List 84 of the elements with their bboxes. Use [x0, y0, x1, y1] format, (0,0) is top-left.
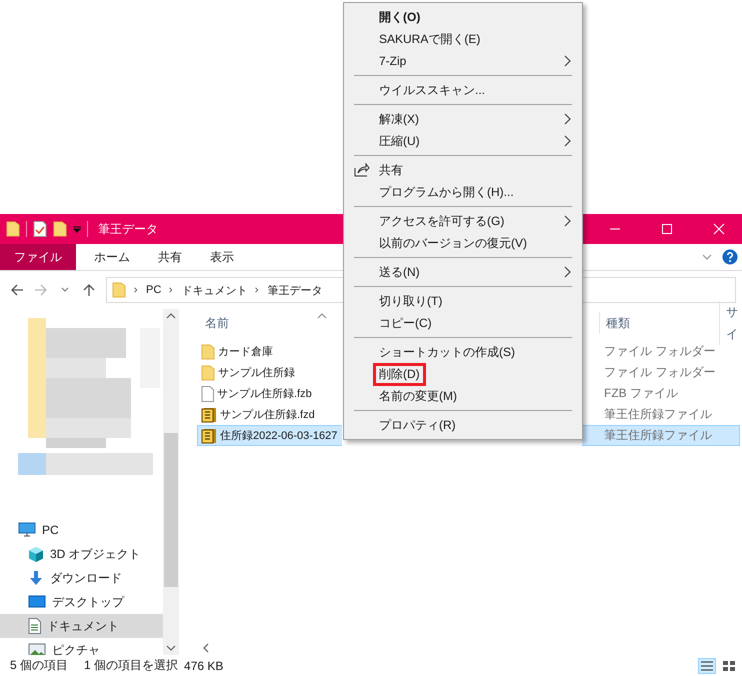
ribbon-tab[interactable]: 共有: [144, 244, 196, 270]
menu-item[interactable]: ショートカットの作成(S): [344, 341, 582, 363]
menu-item[interactable]: 7-Zip: [344, 50, 582, 72]
name-cell[interactable]: サンプル住所録.fzb: [197, 383, 342, 404]
item-count: 5 個の項目: [10, 657, 68, 674]
navigation-label: ドキュメント: [47, 618, 119, 634]
name-cell[interactable]: 住所録2022-06-03-1627: [197, 425, 342, 446]
cube-icon: [28, 546, 44, 562]
share-icon: [354, 163, 370, 177]
type-cell[interactable]: FZB ファイル: [582, 383, 740, 404]
file-name: サンプル住所録.fzd: [220, 408, 315, 422]
selection-count: 1 個の項目を選択: [84, 657, 178, 674]
navigation-item[interactable]: ドキュメント: [0, 614, 163, 638]
menu-item[interactable]: 削除(D): [344, 363, 582, 385]
file-tab[interactable]: ファイル: [0, 244, 76, 270]
folder-icon: [53, 221, 67, 237]
menu-item[interactable]: 切り取り(T): [344, 290, 582, 312]
close-icon: [713, 223, 725, 235]
navigation-item[interactable]: ダウンロード: [0, 566, 163, 590]
column-header[interactable]: 種類: [599, 312, 630, 334]
scrollbar[interactable]: [163, 309, 179, 655]
ribbon-tab[interactable]: ホーム: [80, 244, 144, 270]
download-icon: [28, 570, 44, 586]
sort-icon: [317, 313, 327, 319]
folder-icon: [201, 344, 215, 360]
selection-size: 476 KB: [184, 658, 224, 672]
navigation-item[interactable]: デスクトップ: [0, 590, 163, 614]
up-arrow-icon: [82, 283, 96, 297]
column-header[interactable]: サイ: [719, 301, 742, 345]
menu-item[interactable]: 送る(N): [344, 261, 582, 283]
document-icon: [28, 618, 41, 634]
menu-item[interactable]: 解凍(X): [344, 108, 582, 130]
properties-icon[interactable]: [33, 221, 47, 237]
image-icon: [28, 643, 46, 655]
file-name: サンプル住所録: [218, 366, 295, 380]
menu-item[interactable]: 圧縮(U): [344, 130, 582, 152]
navigation-item[interactable]: PC: [0, 518, 163, 542]
monitor-icon: [18, 522, 36, 538]
name-cell[interactable]: サンプル住所録: [197, 362, 342, 383]
breadcrumb[interactable]: 筆王データ: [267, 282, 322, 298]
window-title: 筆王データ: [98, 220, 158, 238]
menu-item[interactable]: SAKURAで開く(E): [344, 28, 582, 50]
maximize-icon: [661, 223, 673, 235]
menu-item[interactable]: プロパティ(R): [344, 414, 582, 436]
desktop-icon: [28, 595, 46, 609]
file-name: 住所録2022-06-03-1627: [220, 429, 338, 443]
menu-item[interactable]: 以前のバージョンの復元(V): [344, 232, 582, 254]
folder-icon: [112, 282, 126, 298]
column-header[interactable]: 名前: [199, 312, 229, 334]
breadcrumb[interactable]: ドキュメント: [181, 282, 248, 298]
navigation-item[interactable]: 3D オブジェクト: [0, 542, 163, 566]
file-name: サンプル住所録.fzb: [217, 386, 312, 401]
menu-item[interactable]: ウイルススキャン...: [344, 79, 582, 101]
file-name: カード倉庫: [218, 344, 273, 359]
type-cell[interactable]: ファイル フォルダー: [582, 362, 740, 383]
name-cell[interactable]: カード倉庫: [197, 341, 342, 362]
menu-item[interactable]: アクセスを許可する(G): [344, 210, 582, 232]
book-icon: [201, 406, 217, 422]
navigation-label: ダウンロード: [50, 570, 122, 586]
caret-icon[interactable]: [73, 225, 81, 233]
folder-icon: [201, 364, 215, 380]
navigation-item[interactable]: ピクチャ: [0, 638, 163, 655]
menu-item[interactable]: プログラムから開く(H)...: [344, 181, 582, 203]
ribbon-tab[interactable]: 表示: [196, 244, 248, 270]
navigation-label: デスクトップ: [52, 594, 124, 610]
navigation-label: 3D オブジェクト: [50, 546, 141, 562]
navigation-label: PC: [42, 523, 59, 537]
help-icon[interactable]: [722, 249, 738, 265]
details-view-icon[interactable]: [698, 658, 716, 674]
type-cell[interactable]: 筆王住所録ファイル: [582, 425, 740, 446]
navigation-label: ピクチャ: [52, 642, 100, 655]
forward-arrow-icon: [34, 283, 48, 297]
menu-item[interactable]: 共有: [344, 159, 582, 181]
menu-item[interactable]: 名前の変更(M): [344, 385, 582, 407]
type-cell[interactable]: 筆王住所録ファイル: [582, 404, 740, 425]
book-icon: [201, 428, 217, 444]
menu-item[interactable]: コピー(C): [344, 312, 582, 334]
caret-icon: [61, 287, 69, 293]
document-icon: [201, 386, 214, 402]
breadcrumb[interactable]: PC: [146, 284, 162, 296]
folder-icon: [6, 221, 20, 237]
name-cell[interactable]: サンプル住所録.fzd: [197, 404, 342, 425]
back-arrow-icon: [10, 283, 24, 297]
menu-item[interactable]: 開く(O): [344, 6, 582, 28]
